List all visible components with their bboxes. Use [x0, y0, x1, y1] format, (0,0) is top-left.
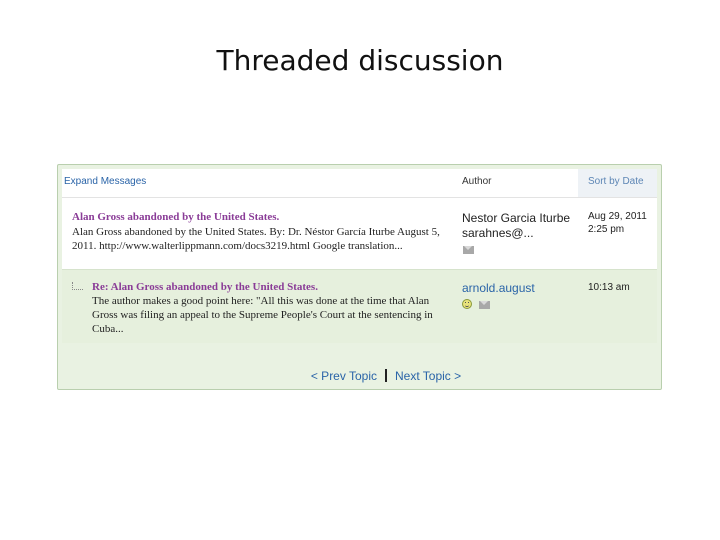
prev-topic-link[interactable]: < Prev Topic — [311, 369, 377, 383]
expand-messages-link[interactable]: Expand Messages — [64, 176, 146, 187]
smiley-icon — [462, 299, 472, 309]
message-excerpt: The author makes a good point here: "All… — [92, 295, 433, 335]
thread-branch-icon — [72, 282, 83, 290]
nav-separator — [385, 369, 387, 382]
topic-navigation: < Prev Topic Next Topic > — [58, 369, 661, 383]
author-name[interactable]: arnold.august — [462, 281, 535, 295]
author-email: sarahnes@... — [462, 226, 534, 240]
message-date: 10:13 am — [588, 282, 630, 293]
message-list: Expand Messages Author Sort by Date Alan… — [62, 169, 657, 343]
message-subject-link[interactable]: Re: Alan Gross abandoned by the United S… — [92, 281, 318, 293]
message-date: Aug 29, 2011 2:25 pm — [588, 211, 647, 235]
author-name[interactable]: Nestor Garcia Iturbe — [462, 211, 570, 225]
message-excerpt: Alan Gross abandoned by the United State… — [72, 226, 440, 252]
message-list-header: Expand Messages Author Sort by Date — [62, 169, 657, 198]
mail-icon[interactable] — [479, 301, 490, 309]
author-column-header: Author — [462, 176, 492, 187]
message-subject-link[interactable]: Alan Gross abandoned by the United State… — [72, 211, 279, 223]
message-row-reply[interactable]: Re: Alan Gross abandoned by the United S… — [62, 269, 657, 343]
sort-by-date-button[interactable]: Sort by Date — [578, 169, 657, 197]
slide-title: Threaded discussion — [216, 44, 504, 77]
discussion-panel: Expand Messages Author Sort by Date Alan… — [57, 164, 662, 390]
next-topic-link[interactable]: Next Topic > — [395, 369, 461, 383]
mail-icon[interactable] — [463, 246, 474, 254]
message-row[interactable]: Alan Gross abandoned by the United State… — [62, 198, 657, 268]
